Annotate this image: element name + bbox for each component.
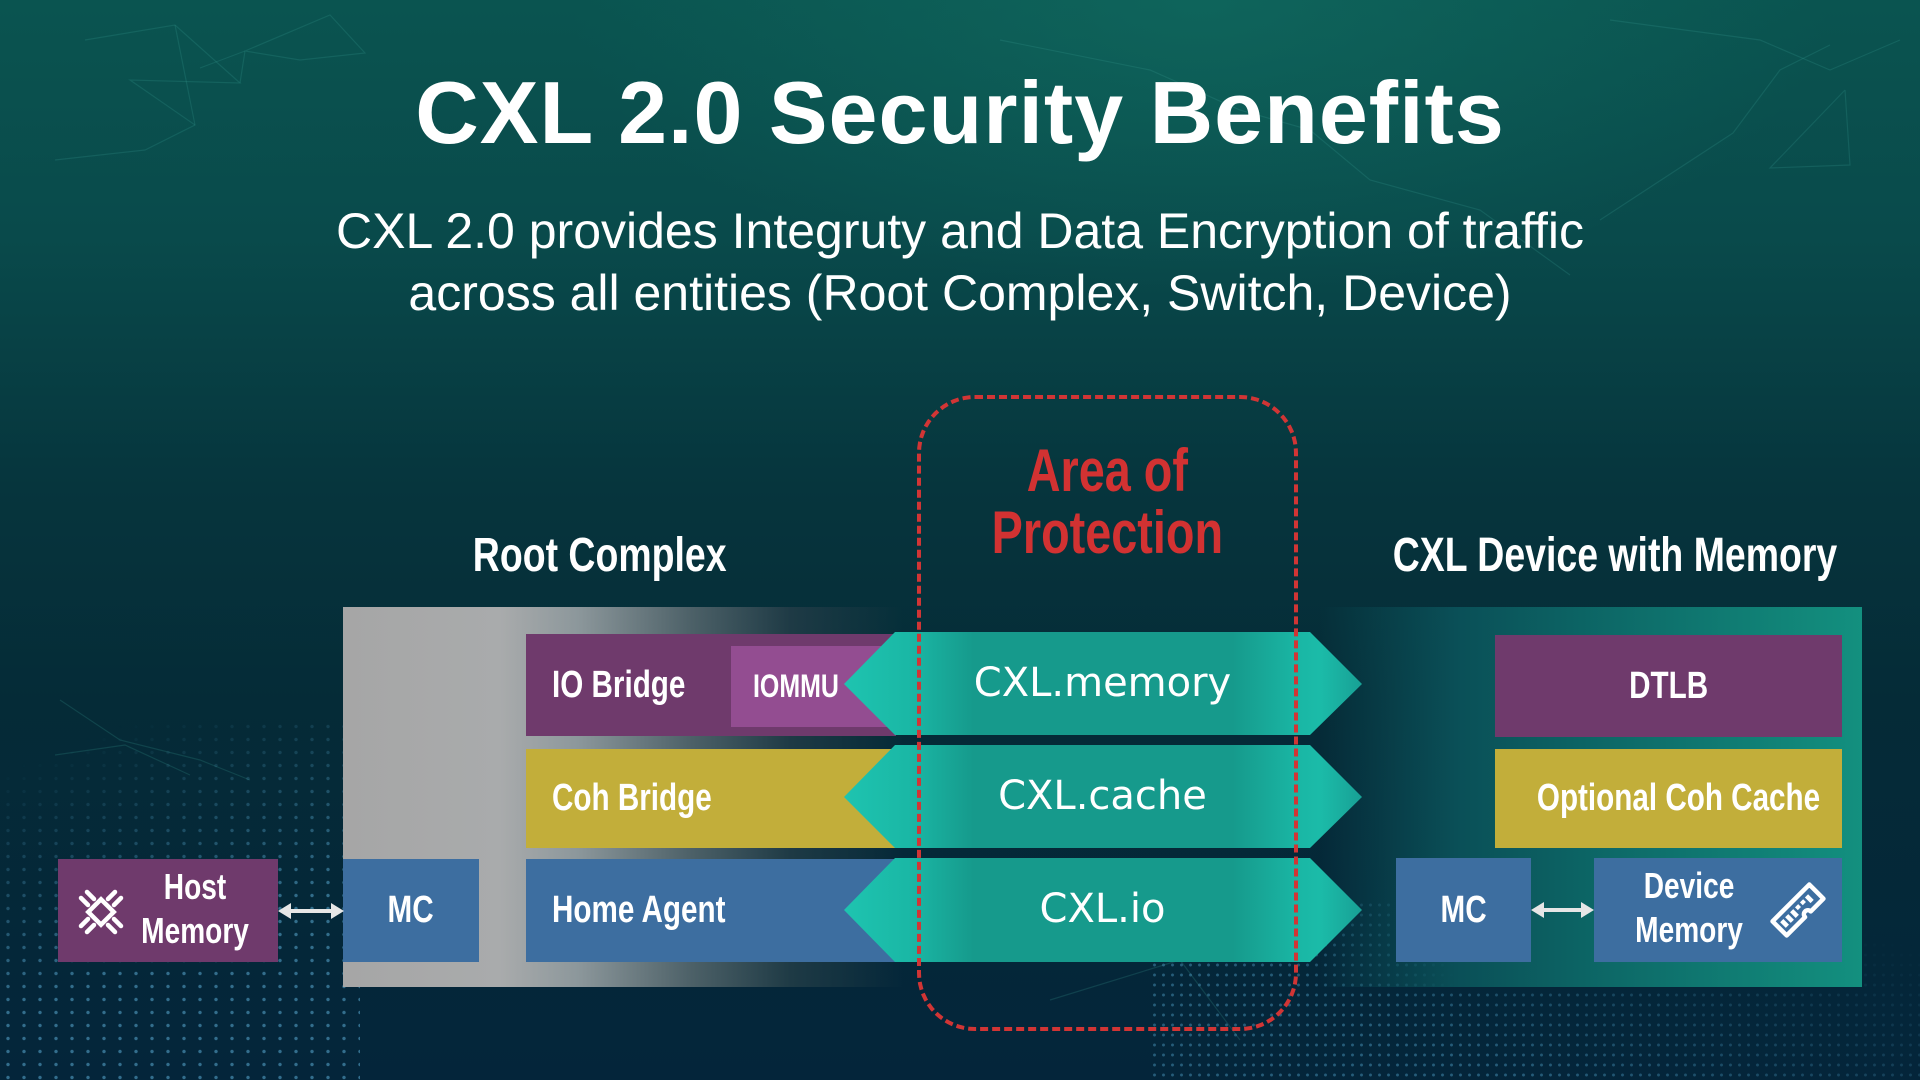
optional-coh-cache-block: Optional Coh Cache <box>1495 749 1842 848</box>
device-mc-block: MC <box>1396 858 1531 962</box>
mc-device-memory-bidirectional-arrow <box>1531 902 1594 918</box>
dtlb-label: DTLB <box>1628 664 1709 707</box>
device-mc-label: MC <box>1440 888 1487 931</box>
dtlb-block: DTLB <box>1495 635 1842 737</box>
memory-module-icon <box>1770 882 1826 938</box>
cxl-device-label: CXL Device with Memory <box>1392 529 1838 582</box>
optional-coh-cache-label: Optional Coh Cache <box>1536 777 1820 819</box>
device-memory-label: Device Memory <box>1635 865 1743 950</box>
device-memory-block: Device Memory <box>1594 858 1842 962</box>
area-of-protection-label: Area of Protection <box>991 437 1224 566</box>
